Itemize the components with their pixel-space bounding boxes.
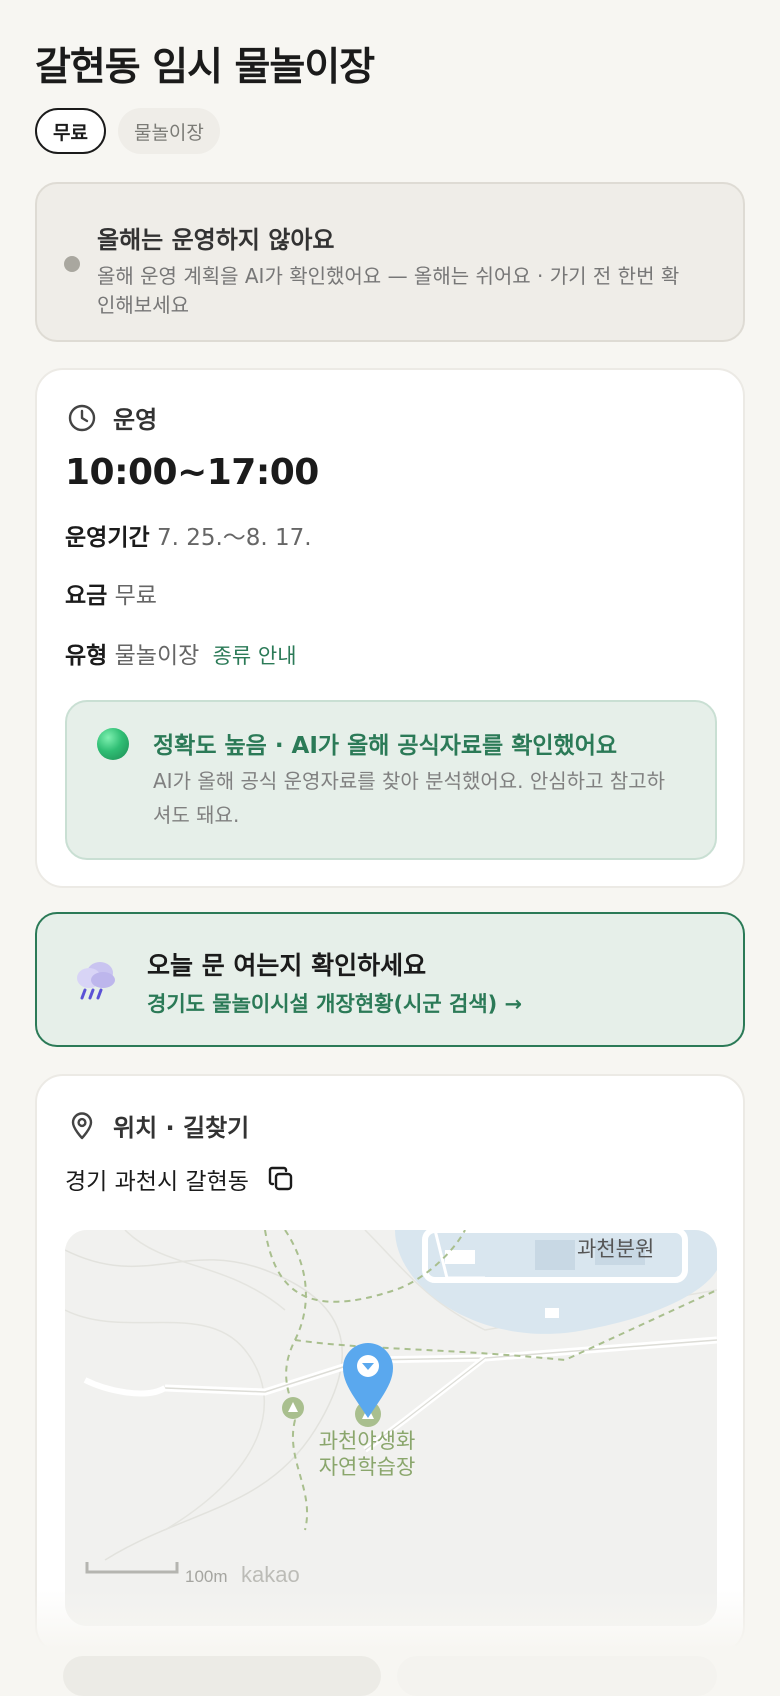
location-card: 위치 · 길찾기 경기 과천시 갈현동 과천분원 과천야생화 자연학습장 100… bbox=[35, 1074, 745, 1654]
status-description: 올해 운영 계획을 AI가 확인했어요 — 올해는 쉬어요 · 가기 전 한번 … bbox=[97, 264, 680, 317]
address-text: 경기 과천시 갈현동 bbox=[65, 1169, 249, 1195]
facility-status-link[interactable]: 경기도 물놀이시설 개장현황(시군 검색) → bbox=[147, 988, 522, 1018]
copy-icon[interactable] bbox=[267, 1165, 295, 1193]
accuracy-indicator-icon bbox=[97, 728, 129, 760]
location-section-label: 위치 · 길찾기 bbox=[113, 1114, 250, 1142]
bottom-action-left[interactable] bbox=[63, 1656, 381, 1696]
bottom-action-right[interactable] bbox=[397, 1656, 717, 1696]
type-value: 물놀이장 bbox=[114, 643, 200, 669]
tag-chip-type[interactable]: 물놀이장 bbox=[117, 108, 220, 154]
operation-header: 운영 bbox=[67, 400, 157, 435]
page: 갈현동 임시 물놀이장 무료 물놀이장 올해는 운영하지 않아요 올해 운영 계… bbox=[0, 0, 780, 1696]
page-title: 갈현동 임시 물놀이장 bbox=[35, 45, 375, 90]
notice-title: 오늘 문 여는지 확인하세요 bbox=[147, 951, 427, 980]
status-title: 올해는 운영하지 않아요 bbox=[97, 226, 335, 254]
map-top-label: 과천분원 bbox=[577, 1238, 654, 1261]
map-view[interactable]: 과천분원 과천야생화 자연학습장 100m kakao bbox=[65, 1230, 717, 1626]
map-place-label-line2: 자연학습장 bbox=[319, 1456, 416, 1479]
operation-card: 운영 10:00~17:00 운영기간 7. 25.〜8. 17. 요금 무료 … bbox=[35, 368, 745, 888]
location-pin-icon bbox=[71, 1111, 93, 1139]
fee-row: 요금 무료 bbox=[65, 576, 157, 610]
map-brand-logo: kakao bbox=[241, 1562, 300, 1587]
open-check-banner[interactable]: 오늘 문 여는지 확인하세요 경기도 물놀이시설 개장현황(시군 검색) → bbox=[35, 912, 745, 1047]
clock-icon bbox=[68, 404, 96, 431]
fee-label: 요금 bbox=[65, 583, 108, 609]
accuracy-box: 정확도 높음 · AI가 올해 공식자료를 확인했어요 AI가 올해 공식 운영… bbox=[65, 700, 717, 860]
map-canvas: 과천분원 과천야생화 자연학습장 100m kakao bbox=[65, 1230, 717, 1626]
tag-chip-free[interactable]: 무료 bbox=[35, 108, 106, 154]
period-label: 운영기간 bbox=[65, 525, 150, 551]
operating-hours: 10:00~17:00 bbox=[65, 452, 319, 493]
type-guide-link[interactable]: 종류 안내 bbox=[213, 644, 297, 668]
address-row: 경기 과천시 갈현동 bbox=[65, 1162, 295, 1196]
period-row: 운영기간 7. 25.〜8. 17. bbox=[65, 518, 312, 552]
type-row: 유형 물놀이장 종류 안내 bbox=[65, 636, 297, 670]
period-value: 7. 25.〜8. 17. bbox=[156, 525, 312, 551]
rain-cloud-icon bbox=[77, 962, 115, 1000]
operation-section-label: 운영 bbox=[113, 406, 158, 434]
location-header: 위치 · 길찾기 bbox=[67, 1108, 249, 1143]
tag-list: 무료 물놀이장 bbox=[35, 108, 220, 154]
map-scale-label: 100m bbox=[185, 1567, 228, 1586]
accuracy-description: AI가 올해 공식 운영자료를 찾아 분석했어요. 안심하고 참고하셔도 돼요. bbox=[153, 769, 666, 827]
status-dot-icon bbox=[64, 256, 80, 272]
status-card: 올해는 운영하지 않아요 올해 운영 계획을 AI가 확인했어요 — 올해는 쉬… bbox=[35, 182, 745, 342]
map-place-label-line1: 과천야생화 bbox=[319, 1430, 416, 1453]
type-label: 유형 bbox=[65, 643, 108, 669]
accuracy-title: 정확도 높음 · AI가 올해 공식자료를 확인했어요 bbox=[153, 733, 618, 759]
fee-value: 무료 bbox=[114, 583, 157, 609]
